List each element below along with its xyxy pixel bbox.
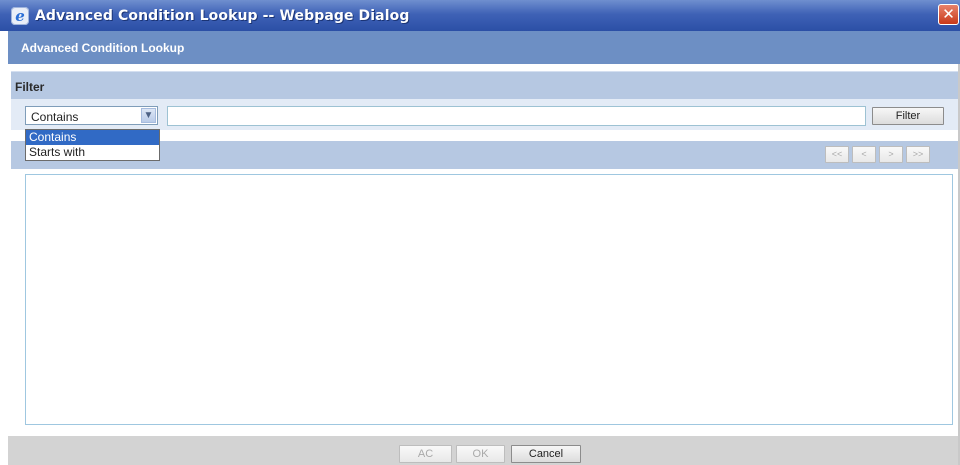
filter-input[interactable]: [167, 106, 866, 126]
ac-button[interactable]: AC: [399, 445, 452, 463]
chevron-down-icon[interactable]: ▼: [141, 108, 156, 123]
option-contains[interactable]: Contains: [26, 130, 159, 145]
filter-section-header: Filter: [11, 71, 958, 100]
window-titlebar: e Advanced Condition Lookup -- Webpage D…: [0, 0, 960, 31]
next-page-button[interactable]: >: [879, 146, 903, 163]
last-page-button[interactable]: >>: [906, 146, 930, 163]
previous-page-button[interactable]: <: [852, 146, 876, 163]
ok-button[interactable]: OK: [456, 445, 505, 463]
internet-explorer-icon: e: [11, 6, 29, 25]
filter-section-label: Filter: [15, 80, 45, 94]
window-title: Advanced Condition Lookup -- Webpage Dia…: [35, 7, 410, 24]
first-page-button[interactable]: <<: [825, 146, 849, 163]
cancel-button[interactable]: Cancel: [511, 445, 581, 463]
close-icon[interactable]: ✕: [938, 4, 959, 25]
left-frame: [0, 31, 8, 465]
dialog-header: Advanced Condition Lookup: [8, 31, 960, 64]
results-grid[interactable]: [25, 174, 953, 425]
match-type-dropdown-list[interactable]: Contains Starts with: [25, 129, 160, 161]
option-starts-with[interactable]: Starts with: [26, 145, 159, 160]
match-type-value: Contains: [31, 110, 79, 124]
filter-button[interactable]: Filter: [872, 107, 944, 125]
dialog-title: Advanced Condition Lookup: [21, 41, 185, 55]
match-type-select[interactable]: Contains ▼: [25, 106, 158, 125]
